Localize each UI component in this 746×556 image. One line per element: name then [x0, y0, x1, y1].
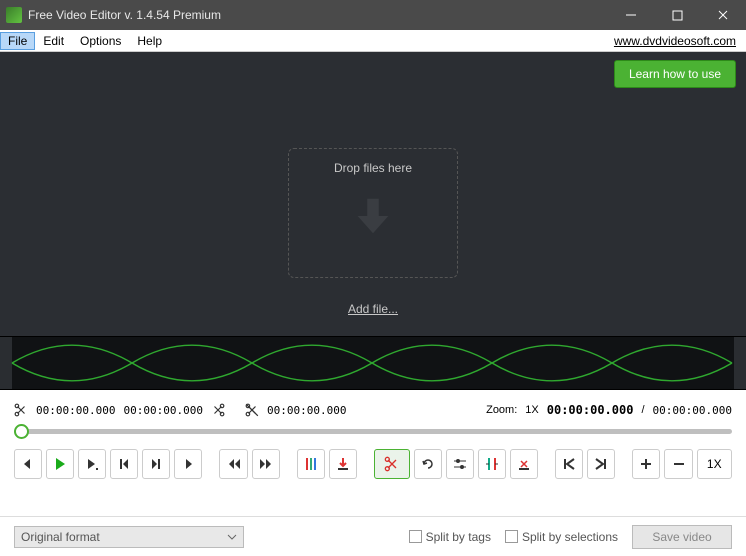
- zoom-value: 1X: [525, 404, 538, 416]
- save-video-button[interactable]: Save video: [632, 525, 732, 549]
- rotate-button[interactable]: [414, 449, 442, 479]
- scissors-right-icon: [211, 403, 225, 417]
- split-by-selections-checkbox[interactable]: Split by selections: [505, 530, 618, 544]
- cut-start-time: 00:00:00.000: [36, 404, 115, 417]
- zoom-out-button[interactable]: [664, 449, 692, 479]
- current-time: 00:00:00.000: [547, 403, 634, 417]
- waveform-strip[interactable]: [0, 336, 746, 390]
- prev-frame-button[interactable]: [110, 449, 138, 479]
- download-frame-button[interactable]: [329, 449, 357, 479]
- menu-file[interactable]: File: [0, 32, 35, 50]
- website-link[interactable]: www.dvdvideosoft.com: [614, 34, 746, 48]
- play-section-button[interactable]: [78, 449, 106, 479]
- split-by-tags-checkbox[interactable]: Split by tags: [409, 530, 491, 544]
- chevron-down-icon: [227, 532, 237, 542]
- seek-thumb[interactable]: [14, 424, 29, 439]
- next-frame-button[interactable]: [142, 449, 170, 479]
- format-select[interactable]: Original format: [14, 526, 244, 548]
- prev-file-button[interactable]: [14, 449, 42, 479]
- menu-edit[interactable]: Edit: [35, 32, 72, 50]
- maximize-button[interactable]: [654, 0, 700, 30]
- play-button[interactable]: [46, 449, 74, 479]
- rewind-button[interactable]: [219, 449, 247, 479]
- cut-right-time: 00:00:00.000: [267, 404, 346, 417]
- app-logo-icon: [6, 7, 22, 23]
- total-time: 00:00:00.000: [653, 404, 732, 417]
- drop-zone-label: Drop files here: [334, 161, 412, 175]
- menu-help[interactable]: Help: [129, 32, 170, 50]
- close-button[interactable]: [700, 0, 746, 30]
- seek-slider[interactable]: [0, 422, 746, 440]
- fast-forward-button[interactable]: [252, 449, 280, 479]
- mark-delete-button[interactable]: [510, 449, 538, 479]
- download-arrow-icon: [350, 193, 396, 239]
- time-info-bar: 00:00:00.000 00:00:00.000 00:00:00.000 Z…: [0, 398, 746, 422]
- color-bars-button[interactable]: [297, 449, 325, 479]
- time-separator: /: [641, 404, 644, 416]
- speed-button[interactable]: 1X: [697, 449, 732, 479]
- format-select-value: Original format: [21, 530, 100, 544]
- cut-mode-button[interactable]: [374, 449, 409, 479]
- add-file-link[interactable]: Add file...: [348, 302, 398, 316]
- split-button[interactable]: [478, 449, 506, 479]
- playback-toolbar: 1X: [0, 440, 746, 488]
- go-to-end-button[interactable]: [587, 449, 615, 479]
- minimize-button[interactable]: [608, 0, 654, 30]
- menu-options[interactable]: Options: [72, 32, 129, 50]
- learn-how-to-use-button[interactable]: Learn how to use: [614, 60, 736, 88]
- scissors-left-icon: [14, 403, 28, 417]
- menubar: File Edit Options Help www.dvdvideosoft.…: [0, 30, 746, 52]
- go-to-start-button[interactable]: [555, 449, 583, 479]
- zoom-in-button[interactable]: [632, 449, 660, 479]
- zoom-label: Zoom:: [486, 404, 517, 416]
- drop-zone[interactable]: Drop files here: [288, 148, 458, 278]
- scissors-delete-icon: [245, 403, 259, 417]
- bottom-bar: Original format Split by tags Split by s…: [0, 516, 746, 556]
- settings-sliders-button[interactable]: [446, 449, 474, 479]
- cut-end-time: 00:00:00.000: [123, 404, 202, 417]
- titlebar: Free Video Editor v. 1.4.54 Premium: [0, 0, 746, 30]
- window-title: Free Video Editor v. 1.4.54 Premium: [28, 8, 608, 22]
- preview-canvas: Learn how to use Drop files here Add fil…: [0, 52, 746, 336]
- next-file-button[interactable]: [174, 449, 202, 479]
